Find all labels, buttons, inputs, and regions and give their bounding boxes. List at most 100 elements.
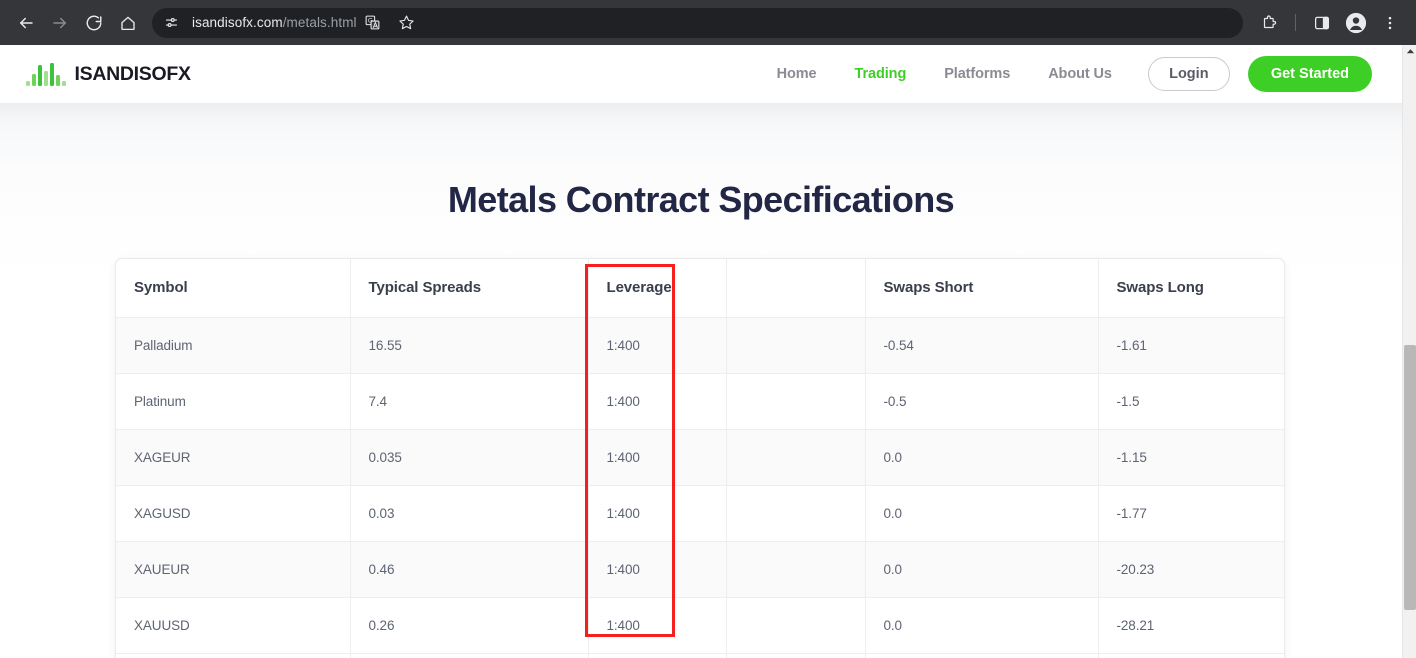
cell-typical-spread: 0.035 xyxy=(350,429,589,486)
nav-item-home[interactable]: Home xyxy=(777,66,817,82)
column-header-blank[interactable] xyxy=(726,259,866,318)
cell-blank xyxy=(726,429,866,486)
address-bar[interactable]: isandisofx.com/metals.html G xyxy=(152,7,1243,39)
cell-symbol: XAUUSD xyxy=(116,597,351,654)
toolbar-divider xyxy=(1295,14,1296,31)
cell-typical-spread: 7.4 xyxy=(350,373,589,430)
cell-swaps-short: 0.0 xyxy=(865,429,1099,486)
cell-typical-spread: 16.55 xyxy=(350,317,589,374)
site-header: ISANDISOFX Home Trading Platforms About … xyxy=(0,45,1402,103)
translate-button[interactable]: G xyxy=(357,7,389,39)
cell-leverage: 1:400 xyxy=(588,541,727,598)
table-body: Palladium 16.55 1:400 -0.54 -1.61 Platin… xyxy=(116,317,1284,658)
table-row: XAGEUR 0.035 1:400 0.0 -1.15 xyxy=(116,429,1284,486)
cell-blank xyxy=(726,485,866,542)
header-actions: Login Get Started xyxy=(1147,56,1372,92)
side-panel-button[interactable] xyxy=(1306,7,1338,39)
translate-icon: G xyxy=(364,14,381,31)
cell-symbol: XAGUSD xyxy=(116,485,351,542)
cell-swaps-long: -1.61 xyxy=(1098,317,1284,374)
metals-specifications-table: Symbol Typical Spreads Leverage Swaps Sh… xyxy=(116,259,1284,658)
cell-typical-spread: 0.03 xyxy=(350,485,589,542)
cell-blank xyxy=(726,597,866,654)
back-arrow-icon xyxy=(17,14,35,32)
column-header-symbol[interactable]: Symbol xyxy=(116,259,351,318)
scroll-up-button[interactable] xyxy=(1403,45,1416,59)
url-path: /metals.html xyxy=(282,15,357,30)
home-button[interactable] xyxy=(112,7,144,39)
specifications-table-card: Symbol Typical Spreads Leverage Swaps Sh… xyxy=(115,258,1285,658)
reload-icon xyxy=(85,14,103,32)
cell-swaps-short: 0.0 xyxy=(865,485,1099,542)
table-row: Platinum 7.4 1:400 -0.5 -1.5 xyxy=(116,373,1284,430)
nav-item-about-us[interactable]: About Us xyxy=(1048,66,1112,82)
table-header-row: Symbol Typical Spreads Leverage Swaps Sh… xyxy=(116,259,1284,318)
cell-swaps-short: -0.54 xyxy=(865,317,1099,374)
cell-leverage: 1:400 xyxy=(588,373,727,430)
cell-swaps-long: -1.15 xyxy=(1098,429,1284,486)
forward-arrow-icon xyxy=(51,14,69,32)
column-header-swaps-long[interactable]: Swaps Long xyxy=(1098,259,1284,318)
browser-action-icons xyxy=(1253,7,1406,39)
cell-leverage: 1:400 xyxy=(588,317,727,374)
forward-button[interactable] xyxy=(44,7,76,39)
nav-item-trading[interactable]: Trading xyxy=(855,66,907,82)
cell-typical-spread: 0.46 xyxy=(350,541,589,598)
cell-swaps-short: 0.0 xyxy=(865,541,1099,598)
cell-symbol: Platinum xyxy=(116,373,351,430)
main-navigation: Home Trading Platforms About Us xyxy=(777,66,1112,82)
cell-leverage: 1:400 xyxy=(588,429,727,486)
page-title: Metals Contract Specifications xyxy=(447,179,955,220)
cell-swaps-long: -28.21 xyxy=(1098,597,1284,654)
profile-button[interactable] xyxy=(1340,7,1372,39)
side-panel-icon xyxy=(1313,14,1331,32)
cell-blank xyxy=(726,373,866,430)
url-text: isandisofx.com/metals.html xyxy=(192,15,357,30)
cell-swaps-long: -1.5 xyxy=(1098,373,1284,430)
cell-swaps-long: -20.23 xyxy=(1098,541,1284,598)
browser-toolbar: isandisofx.com/metals.html G xyxy=(0,0,1416,45)
table-row: Palladium 16.55 1:400 -0.54 -1.61 xyxy=(116,317,1284,374)
page-viewport: ISANDISOFX Home Trading Platforms About … xyxy=(0,45,1416,658)
extensions-puzzle-icon xyxy=(1260,14,1278,32)
bookmark-star-icon xyxy=(398,14,415,31)
waveform-logo-icon xyxy=(26,62,66,86)
table-header: Symbol Typical Spreads Leverage Swaps Sh… xyxy=(116,259,1284,318)
cell-blank xyxy=(726,317,866,374)
scrollbar-thumb[interactable] xyxy=(1404,345,1416,610)
cell-swaps-short: -0.5 xyxy=(865,373,1099,430)
cell-blank xyxy=(726,541,866,598)
three-dot-menu-icon xyxy=(1381,14,1399,32)
nav-item-platforms[interactable]: Platforms xyxy=(944,66,1010,82)
table-row: XAUEUR 0.46 1:400 0.0 -20.23 xyxy=(116,541,1284,598)
table-row: XAGUSD 0.03 1:400 0.0 -1.77 xyxy=(116,485,1284,542)
site-logo[interactable]: ISANDISOFX xyxy=(26,62,191,86)
column-header-leverage[interactable]: Leverage xyxy=(588,259,727,318)
column-header-typical-spreads[interactable]: Typical Spreads xyxy=(350,259,589,318)
cell-typical-spread: 0.26 xyxy=(350,597,589,654)
bookmark-button[interactable] xyxy=(391,7,423,39)
login-button[interactable]: Login xyxy=(1147,57,1230,91)
profile-avatar-icon xyxy=(1345,12,1367,34)
scroll-up-arrow-icon xyxy=(1406,45,1415,61)
cell-symbol: XAUEUR xyxy=(116,541,351,598)
home-icon xyxy=(119,14,137,32)
logo-text: ISANDISOFX xyxy=(74,62,191,85)
cell-leverage: 1:400 xyxy=(588,597,727,654)
table-footer-spacer xyxy=(116,653,1284,658)
reload-button[interactable] xyxy=(78,7,110,39)
page-content: Metals Contract Specifications Symbol Ty… xyxy=(0,103,1402,658)
extensions-button[interactable] xyxy=(1253,7,1285,39)
cell-swaps-long: -1.77 xyxy=(1098,485,1284,542)
cell-swaps-short: 0.0 xyxy=(865,597,1099,654)
cell-symbol: XAGEUR xyxy=(116,429,351,486)
url-host: isandisofx.com xyxy=(192,15,283,30)
page-scrollbar[interactable] xyxy=(1402,45,1416,658)
column-header-swaps-short[interactable]: Swaps Short xyxy=(865,259,1099,318)
site-settings-icon[interactable] xyxy=(160,12,182,34)
back-button[interactable] xyxy=(10,7,42,39)
table-row: XAUUSD 0.26 1:400 0.0 -28.21 xyxy=(116,597,1284,654)
browser-menu-button[interactable] xyxy=(1374,7,1406,39)
cell-symbol: Palladium xyxy=(116,317,351,374)
get-started-button[interactable]: Get Started xyxy=(1247,56,1372,92)
